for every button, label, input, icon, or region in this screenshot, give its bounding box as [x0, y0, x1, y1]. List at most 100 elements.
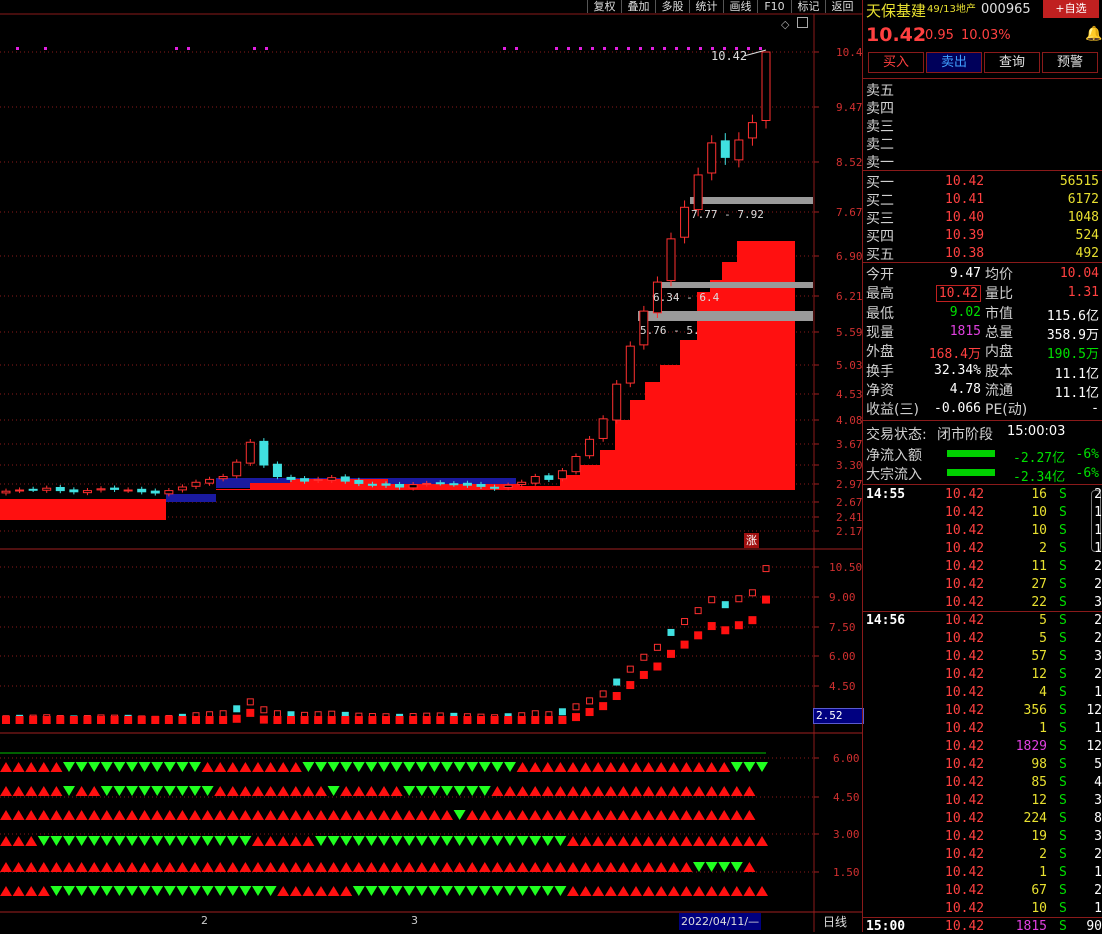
up-triangle — [567, 836, 579, 846]
up-triangle — [25, 786, 38, 796]
up-triangle — [365, 810, 378, 820]
up-triangle — [516, 810, 529, 820]
kline-chart[interactable]: 10.42 9.47 8.52 7.67 6.90 6.21 5.59 5.03 4.53 4.0… — [0, 0, 862, 932]
toolbar-button-0[interactable]: 复权 — [587, 0, 621, 13]
sell-button[interactable]: 卖出 — [926, 52, 982, 73]
bid-price: 10.41 — [945, 192, 985, 207]
ask-label: 卖四 — [866, 101, 894, 117]
stat-value: 1.31 — [1067, 285, 1099, 301]
down-triangle — [378, 886, 390, 896]
up-triangle — [201, 810, 214, 820]
up-triangle — [567, 786, 579, 796]
sub-signal-square — [680, 640, 689, 649]
tick-volume: 10 — [1031, 901, 1047, 916]
up-triangle — [630, 862, 642, 872]
toolbar-button-1[interactable]: 叠加 — [621, 0, 655, 13]
bid-price: 10.40 — [945, 210, 985, 225]
tick-price: 10.42 — [945, 703, 985, 718]
down-triangle — [352, 886, 365, 896]
sub-signal-square — [707, 622, 716, 631]
up-triangle — [226, 810, 239, 820]
query-button[interactable]: 查询 — [984, 52, 1040, 73]
candle-body — [300, 478, 310, 482]
stat-label: 现量 — [866, 324, 894, 341]
down-triangle — [113, 886, 126, 896]
candle-body — [408, 484, 418, 489]
down-triangle — [415, 886, 428, 896]
up-triangle — [189, 810, 201, 820]
last-price: 10.42 — [866, 24, 927, 46]
up-triangle — [252, 762, 264, 772]
down-triangle — [441, 762, 453, 772]
signal-dot — [503, 47, 506, 50]
up-triangle — [579, 786, 592, 796]
tick-side: S — [1059, 865, 1067, 880]
toolbar-button-2[interactable]: 多股 — [655, 0, 689, 13]
bell-icon[interactable]: 🔔 — [1085, 26, 1102, 42]
alert-button[interactable]: 预警 — [1042, 52, 1098, 73]
sub-signal-square — [314, 716, 323, 724]
buy-button[interactable]: 买入 — [868, 52, 924, 73]
stat-label: 收益(三) — [866, 402, 919, 419]
bid-volume: 1048 — [1067, 210, 1099, 225]
up-triangle — [504, 862, 516, 872]
up-triangle — [151, 862, 164, 872]
up-triangle — [100, 862, 113, 872]
bid-volume: 492 — [1075, 246, 1099, 261]
sub-signal-square — [585, 708, 594, 717]
tick-count: 3 — [1094, 793, 1102, 808]
ind-axis-label: 1.50 — [833, 866, 860, 879]
resistance-zone — [638, 311, 813, 321]
sub-candle — [586, 697, 594, 705]
up-triangle — [176, 810, 189, 820]
profile-bar — [737, 241, 795, 489]
toolbar-button-4[interactable]: 画线 — [723, 0, 757, 13]
down-triangle — [50, 886, 63, 896]
up-triangle — [12, 862, 25, 872]
up-triangle — [113, 810, 126, 820]
up-triangle — [730, 836, 743, 846]
up-triangle — [0, 836, 12, 846]
up-triangle — [617, 786, 630, 796]
sub-signal-square — [653, 662, 662, 671]
toolbar-button-5[interactable]: F10 — [757, 0, 791, 13]
toolbar-button-6[interactable]: 标记 — [791, 0, 825, 13]
main-axis-label: 9.47 — [836, 101, 862, 114]
down-triangle — [466, 836, 479, 846]
sector-label[interactable]: 49/13地产 — [927, 0, 976, 15]
down-triangle — [415, 762, 428, 772]
main-axis-label: 5.03 — [836, 359, 862, 372]
add-watchlist-button[interactable]: +自选 — [1043, 0, 1099, 18]
expand-icon[interactable]: ◇ — [781, 18, 789, 31]
window-icon[interactable] — [797, 17, 808, 28]
tick-price: 10.42 — [945, 667, 985, 682]
down-triangle — [138, 836, 151, 846]
candle-body — [530, 476, 540, 484]
candle-body — [707, 142, 717, 174]
sub-signal-square — [83, 716, 92, 724]
stock-name: 天保基建 — [866, 2, 927, 20]
tick-volume: 1 — [1039, 721, 1047, 736]
down-triangle — [302, 762, 315, 772]
up-triangle — [88, 862, 101, 872]
down-triangle — [441, 786, 453, 796]
tick-price: 10.42 — [945, 757, 985, 772]
stat-value: 115.6亿 — [1046, 308, 1099, 324]
sub-signal-square — [721, 626, 730, 635]
sub-candle — [219, 710, 227, 718]
candle-body — [557, 470, 567, 480]
signal-dot — [253, 47, 256, 50]
tick-side: S — [1059, 667, 1067, 682]
tick-count: 2 — [1094, 613, 1102, 628]
bid-volume: 524 — [1075, 228, 1099, 243]
sub-candle — [681, 618, 689, 626]
period-button[interactable]: 日线 — [823, 913, 847, 930]
toolbar-button-3[interactable]: 统计 — [689, 0, 723, 13]
up-triangle — [693, 810, 705, 820]
up-triangle — [226, 762, 239, 772]
tick-price: 10.42 — [945, 541, 985, 556]
up-triangle — [50, 786, 63, 796]
up-triangle — [327, 862, 340, 872]
toolbar-button-7[interactable]: 返回 — [825, 0, 859, 13]
sub-signal-square — [178, 716, 187, 724]
